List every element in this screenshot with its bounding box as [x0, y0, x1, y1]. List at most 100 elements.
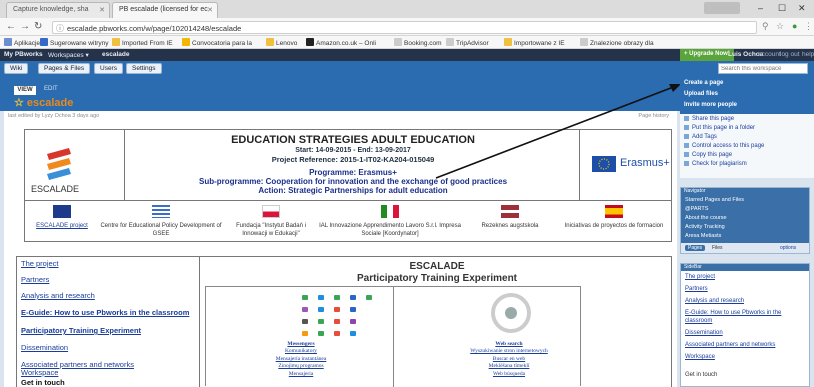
partner-iniciativas[interactable]: Iniciativas de proyectos de formacion [559, 201, 669, 241]
navigator-item[interactable]: @PARTS [685, 206, 708, 212]
app-icon[interactable] [334, 295, 340, 300]
nav-link-project[interactable]: The project [21, 259, 59, 268]
share-page-link[interactable]: Share this page [684, 116, 734, 122]
extension-icon[interactable]: ● [792, 21, 797, 31]
navigator-options-link[interactable]: options [777, 245, 799, 251]
tab-settings[interactable]: Settings [126, 63, 162, 74]
web-search-link[interactable]: Wyszukiwanie stron internetowych [446, 348, 572, 355]
tab-users[interactable]: Users [94, 63, 123, 74]
nav-link-dissemination[interactable]: Dissemination [21, 343, 68, 352]
app-icon[interactable] [318, 307, 324, 312]
maximize-icon[interactable]: ☐ [778, 3, 786, 14]
check-plagiarism-link[interactable]: Check for plagiarism [684, 161, 747, 167]
app-icon[interactable] [366, 295, 372, 300]
app-icon[interactable] [334, 307, 340, 312]
reload-icon[interactable]: ↻ [34, 21, 42, 32]
tab-wiki[interactable]: Wiki [4, 63, 29, 74]
app-icon[interactable] [302, 331, 308, 336]
workspace-name[interactable]: escalade [102, 51, 129, 58]
bookmark-item[interactable]: Amazon.co.uk – Onli [306, 38, 376, 47]
put-in-folder-link[interactable]: Put this page in a folder [684, 125, 755, 131]
app-icon[interactable] [302, 319, 308, 324]
messenger-link[interactable]: Mensajeria [256, 371, 346, 378]
app-icon[interactable] [334, 319, 340, 324]
page-history-link[interactable]: Page history [638, 113, 669, 119]
web-search-heading[interactable]: Web search [446, 341, 572, 348]
workspaces-menu[interactable]: Workspaces ▾ [48, 51, 89, 59]
bookmark-item[interactable]: Aplikacje [4, 38, 40, 47]
app-icon[interactable] [302, 307, 308, 312]
star-icon[interactable]: ☆ [14, 97, 24, 109]
back-icon[interactable]: ← [6, 21, 16, 32]
sidebar-link-eguide[interactable]: E-Guide: How to use Pbworks in the class… [685, 310, 805, 326]
nav-link-partners[interactable]: Partners [21, 275, 49, 284]
bookmark-item[interactable]: Importowane z IE [504, 38, 565, 47]
web-search-link[interactable]: Buscar en web [446, 356, 572, 363]
logout-link[interactable]: log out [780, 51, 800, 58]
tab-edit[interactable]: EDIT [44, 86, 58, 92]
info-icon[interactable]: ⓘ [56, 23, 64, 34]
tab-escalade[interactable]: PB escalade (licensed for ec ✕ [112, 2, 218, 18]
workspace-search-input[interactable] [718, 63, 808, 74]
app-icon[interactable] [318, 319, 324, 324]
navigator-item[interactable]: Aresa Metiasts [685, 233, 721, 239]
tab-capture-knowledge[interactable]: Capture knowledge, sha ✕ [6, 2, 110, 18]
app-icon[interactable] [350, 295, 356, 300]
help-link[interactable]: help [802, 51, 814, 58]
pages-toggle[interactable]: Pages [685, 245, 706, 251]
close-icon[interactable]: ✕ [99, 6, 105, 14]
app-icon[interactable] [350, 319, 356, 324]
partner-gsee[interactable]: Centre for Educational Policy Developmen… [99, 201, 223, 241]
menu-icon[interactable]: ⋮ [804, 21, 813, 32]
messenger-heading[interactable]: Messengers [256, 341, 346, 348]
web-search-link[interactable]: Meklēšana tīmeklī [446, 363, 572, 370]
nav-link-participatory[interactable]: Participatory Training Experiment [21, 326, 141, 335]
bookmark-item[interactable]: Convocatoria para la [182, 38, 252, 47]
nav-link-analysis[interactable]: Analysis and research [21, 291, 95, 300]
url-input[interactable]: ⓘ escalade.pbworks.com/w/page/102014248/… [52, 21, 757, 34]
tab-view[interactable]: VIEW [14, 86, 36, 95]
close-window-icon[interactable]: ✕ [798, 3, 806, 14]
upload-files-link[interactable]: Upload files [684, 91, 718, 97]
app-icon[interactable] [334, 331, 340, 336]
files-toggle[interactable]: Files [709, 245, 726, 251]
messenger-link[interactable]: Komunikatory [256, 348, 346, 355]
app-icon[interactable] [318, 295, 324, 300]
create-page-link[interactable]: Create a page [684, 80, 723, 86]
copy-page-link[interactable]: Copy this page [684, 152, 732, 158]
nav-link-eguide[interactable]: E-Guide: How to use Pbworks in the class… [21, 308, 189, 317]
sidebar-link-analysis[interactable]: Analysis and research [685, 298, 744, 304]
messenger-link[interactable]: Mensajería instantánea [256, 356, 346, 363]
control-access-link[interactable]: Control access to this page [684, 143, 764, 149]
window-user-badge[interactable] [704, 2, 740, 14]
invite-people-link[interactable]: Invite more people [684, 102, 737, 108]
navigator-item[interactable]: Activity Tracking [685, 224, 725, 230]
upgrade-button[interactable]: + Upgrade Now! [680, 49, 734, 61]
navigator-item[interactable]: Starred Pages and Files [685, 197, 744, 203]
close-icon[interactable]: ✕ [207, 6, 213, 14]
bookmark-item[interactable]: Sugerowane witryny [40, 38, 109, 47]
app-icon[interactable] [350, 307, 356, 312]
app-icon[interactable] [302, 295, 308, 300]
app-icon[interactable] [318, 331, 324, 336]
minimize-icon[interactable]: – [758, 3, 763, 13]
bookmark-item[interactable]: Booking.com [394, 38, 442, 47]
forward-icon[interactable]: → [20, 21, 30, 32]
messenger-link[interactable]: Zinojimų programos [256, 363, 346, 370]
tab-pages-files[interactable]: Pages & Files [38, 63, 91, 74]
bookmark-item[interactable]: Imported From IE [112, 38, 173, 47]
add-tags-link[interactable]: Add Tags [684, 134, 717, 140]
partner-rezeknes[interactable]: Rezeknes augstskola [465, 201, 555, 241]
zoom-icon[interactable]: ⚲ [762, 21, 769, 32]
bookmark-item[interactable]: Znalezione obrazy dla [580, 38, 654, 47]
web-search-link[interactable]: Web búsqueda [446, 371, 572, 378]
sidebar-link-associated[interactable]: Associated partners and networks [685, 342, 775, 348]
bookmark-item[interactable]: TripAdvisor [446, 38, 489, 47]
sidebar-link-partners[interactable]: Partners [685, 286, 708, 292]
bookmark-star-icon[interactable]: ☆ [776, 21, 784, 32]
nav-link-workspace[interactable]: Workspace [21, 368, 58, 377]
partner-fundacja[interactable]: Fundacja "Instytut Badań i Innowacji w E… [225, 201, 317, 241]
partner-ial[interactable]: IAL Innovazione Apprendimento Lavoro S.r… [319, 201, 461, 241]
pbworks-brand-link[interactable]: My PBworks [4, 51, 43, 58]
app-icon[interactable] [350, 331, 356, 336]
